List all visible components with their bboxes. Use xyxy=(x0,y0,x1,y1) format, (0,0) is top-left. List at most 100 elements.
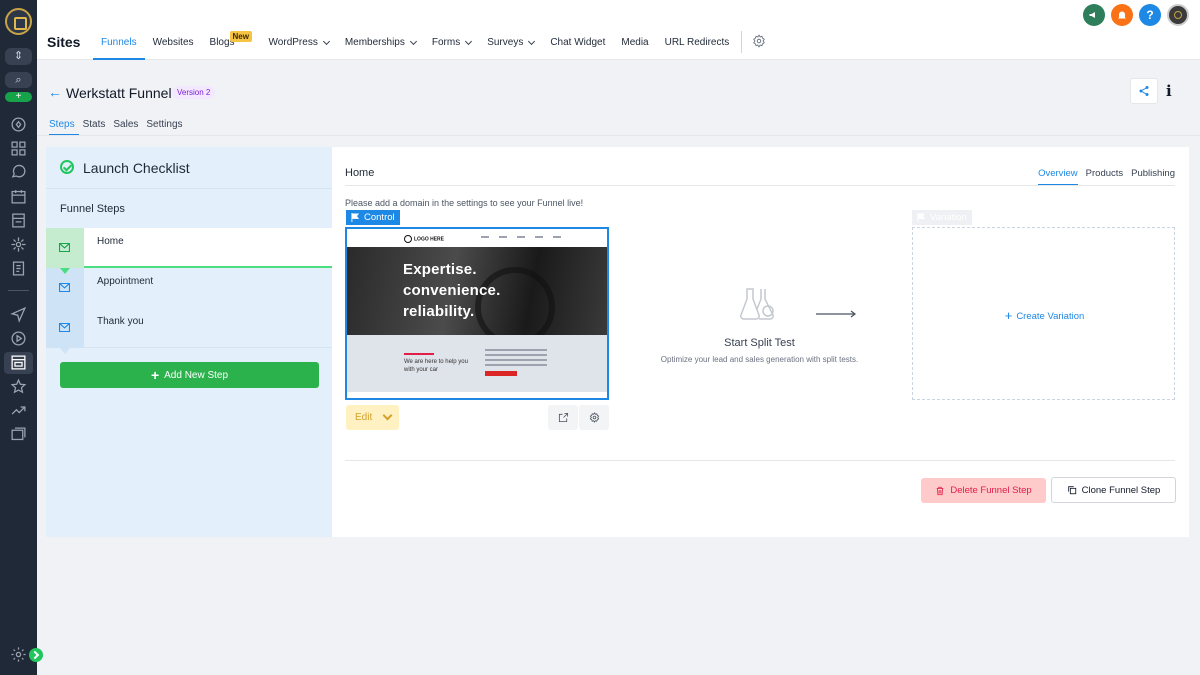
nav-blogs[interactable]: Blogs New xyxy=(202,31,252,60)
thumb-logo: LOGO HERE xyxy=(404,235,444,243)
header-divider xyxy=(345,185,1175,186)
quick-add-icon[interactable]: + xyxy=(5,92,32,102)
gear-icon[interactable] xyxy=(752,34,766,48)
nav-forms[interactable]: Forms xyxy=(424,34,479,60)
payments-icon[interactable] xyxy=(10,260,27,277)
envelope-icon xyxy=(59,323,70,332)
launchpad-icon[interactable] xyxy=(10,116,27,133)
expand-rail-icon[interactable] xyxy=(29,648,43,662)
opportunities-icon[interactable] xyxy=(10,236,27,253)
thumb-hero: Expertise. convenience. reliability. xyxy=(347,247,607,347)
launch-checklist[interactable]: Launch Checklist xyxy=(46,147,332,189)
megaphone-icon[interactable] xyxy=(1083,4,1105,26)
calendar-icon[interactable] xyxy=(10,188,27,205)
brand-logo[interactable] xyxy=(5,8,32,35)
step-home[interactable]: Home xyxy=(46,228,332,274)
new-badge: New xyxy=(229,31,252,42)
nav-label: Forms xyxy=(431,37,461,48)
help-icon[interactable]: ? xyxy=(1139,4,1161,26)
avatar[interactable] xyxy=(1167,4,1189,26)
share-button[interactable] xyxy=(1130,78,1158,104)
funnel-title: Werkstatt Funnel xyxy=(66,85,172,101)
add-new-step-button[interactable]: + Add New Step xyxy=(60,362,319,388)
nav-label: Surveys xyxy=(487,37,524,48)
account-switcher-icon[interactable]: ⇕ xyxy=(5,48,32,65)
tab-settings[interactable]: Settings xyxy=(146,119,186,136)
nav-wordpress[interactable]: WordPress xyxy=(261,34,337,60)
step-settings-button[interactable] xyxy=(579,405,609,430)
funnel-steps-panel: Launch Checklist Funnel Steps Home Appoi… xyxy=(46,147,332,537)
main-nav: Funnels Websites Blogs New WordPress Memb… xyxy=(93,31,766,60)
clone-label: Clone Funnel Step xyxy=(1081,484,1161,496)
delete-label: Delete Funnel Step xyxy=(950,485,1032,496)
funnel-tabs: Steps Stats Sales Settings xyxy=(49,119,191,136)
thumb-text-lines xyxy=(485,349,547,369)
tab-publishing[interactable]: Publishing xyxy=(1131,168,1175,186)
nav-label: Funnels xyxy=(101,37,137,48)
step-name: Home xyxy=(97,236,124,247)
dashboard-icon[interactable] xyxy=(10,140,27,157)
step-icon xyxy=(46,228,84,274)
nav-media[interactable]: Media xyxy=(613,34,656,60)
step-name: Appointment xyxy=(97,276,154,287)
step-detail-panel: Home Overview Products Publishing Please… xyxy=(332,147,1189,537)
step-thank-you[interactable]: Thank you xyxy=(46,308,332,354)
automation-icon[interactable] xyxy=(10,330,27,347)
nav-label: WordPress xyxy=(268,37,318,48)
nav-websites[interactable]: Websites xyxy=(145,34,202,60)
delete-funnel-step-button[interactable]: Delete Funnel Step xyxy=(921,478,1046,503)
conversations-icon[interactable] xyxy=(10,164,27,181)
open-external-button[interactable] xyxy=(548,405,578,430)
thumb-subline-1: We are here to help you xyxy=(404,359,468,365)
variation-tag: Variation xyxy=(912,210,972,225)
nav-url-redirects[interactable]: URL Redirects xyxy=(657,34,738,60)
edit-button[interactable]: Edit xyxy=(346,405,399,430)
clone-funnel-step-button[interactable]: Clone Funnel Step xyxy=(1051,477,1176,503)
tab-sales[interactable]: Sales xyxy=(113,119,142,136)
thumb-headline-3: reliability. xyxy=(403,303,475,320)
tab-steps[interactable]: Steps xyxy=(49,119,79,136)
info-icon[interactable]: i xyxy=(1166,82,1172,100)
variation-placeholder: + Create Variation xyxy=(912,227,1175,400)
thumb-lower-section: We are here to help you with your car xyxy=(347,335,607,392)
sites-icon[interactable] xyxy=(4,352,33,374)
create-variation-button[interactable]: + Create Variation xyxy=(913,308,1176,323)
edit-label: Edit xyxy=(355,412,373,423)
version-badge: Version 2 xyxy=(172,86,216,99)
nav-funnels[interactable]: Funnels xyxy=(93,34,145,60)
contacts-icon[interactable] xyxy=(10,212,27,229)
nav-label: Websites xyxy=(152,37,194,48)
thumb-headline-1: Expertise. xyxy=(403,261,477,278)
control-tag: Control xyxy=(346,210,400,225)
settings-icon[interactable] xyxy=(10,646,27,663)
tab-products[interactable]: Products xyxy=(1086,168,1124,186)
thumb-subline-2: with your car xyxy=(404,367,439,373)
variation-label: Variation xyxy=(930,212,967,223)
reporting-icon[interactable] xyxy=(10,402,27,419)
external-link-icon xyxy=(558,412,568,423)
app-marketplace-icon[interactable] xyxy=(10,426,27,443)
nav-label: Media xyxy=(621,37,649,48)
bell-icon[interactable] xyxy=(1111,4,1133,26)
reputation-icon[interactable] xyxy=(10,378,27,395)
control-preview[interactable]: LOGO HERE Expertise. convenience. reliab… xyxy=(345,227,609,400)
thumb-headline-2: convenience. xyxy=(403,282,501,299)
split-test-description: Optimize your lead and sales generation … xyxy=(660,355,859,364)
search-icon[interactable]: ⌕ xyxy=(5,72,32,88)
nav-surveys[interactable]: Surveys xyxy=(479,34,542,60)
create-variation-label: Create Variation xyxy=(1016,311,1085,322)
nav-memberships[interactable]: Memberships xyxy=(337,34,424,60)
domain-notice: Please add a domain in the settings to s… xyxy=(345,198,584,208)
tab-overview[interactable]: Overview xyxy=(1038,168,1078,186)
marketing-icon[interactable] xyxy=(10,306,27,323)
thumb-links xyxy=(481,236,561,238)
help-label: ? xyxy=(1146,8,1154,22)
step-title: Home xyxy=(345,167,375,179)
check-circle-icon xyxy=(60,160,74,174)
nav-chat-widget[interactable]: Chat Widget xyxy=(542,34,613,60)
left-rail: ⇕ ⌕ + xyxy=(0,0,43,675)
step-icon xyxy=(46,268,84,314)
tab-stats[interactable]: Stats xyxy=(83,119,110,136)
back-arrow-icon[interactable]: ← xyxy=(48,84,62,100)
step-appointment[interactable]: Appointment xyxy=(46,268,332,314)
